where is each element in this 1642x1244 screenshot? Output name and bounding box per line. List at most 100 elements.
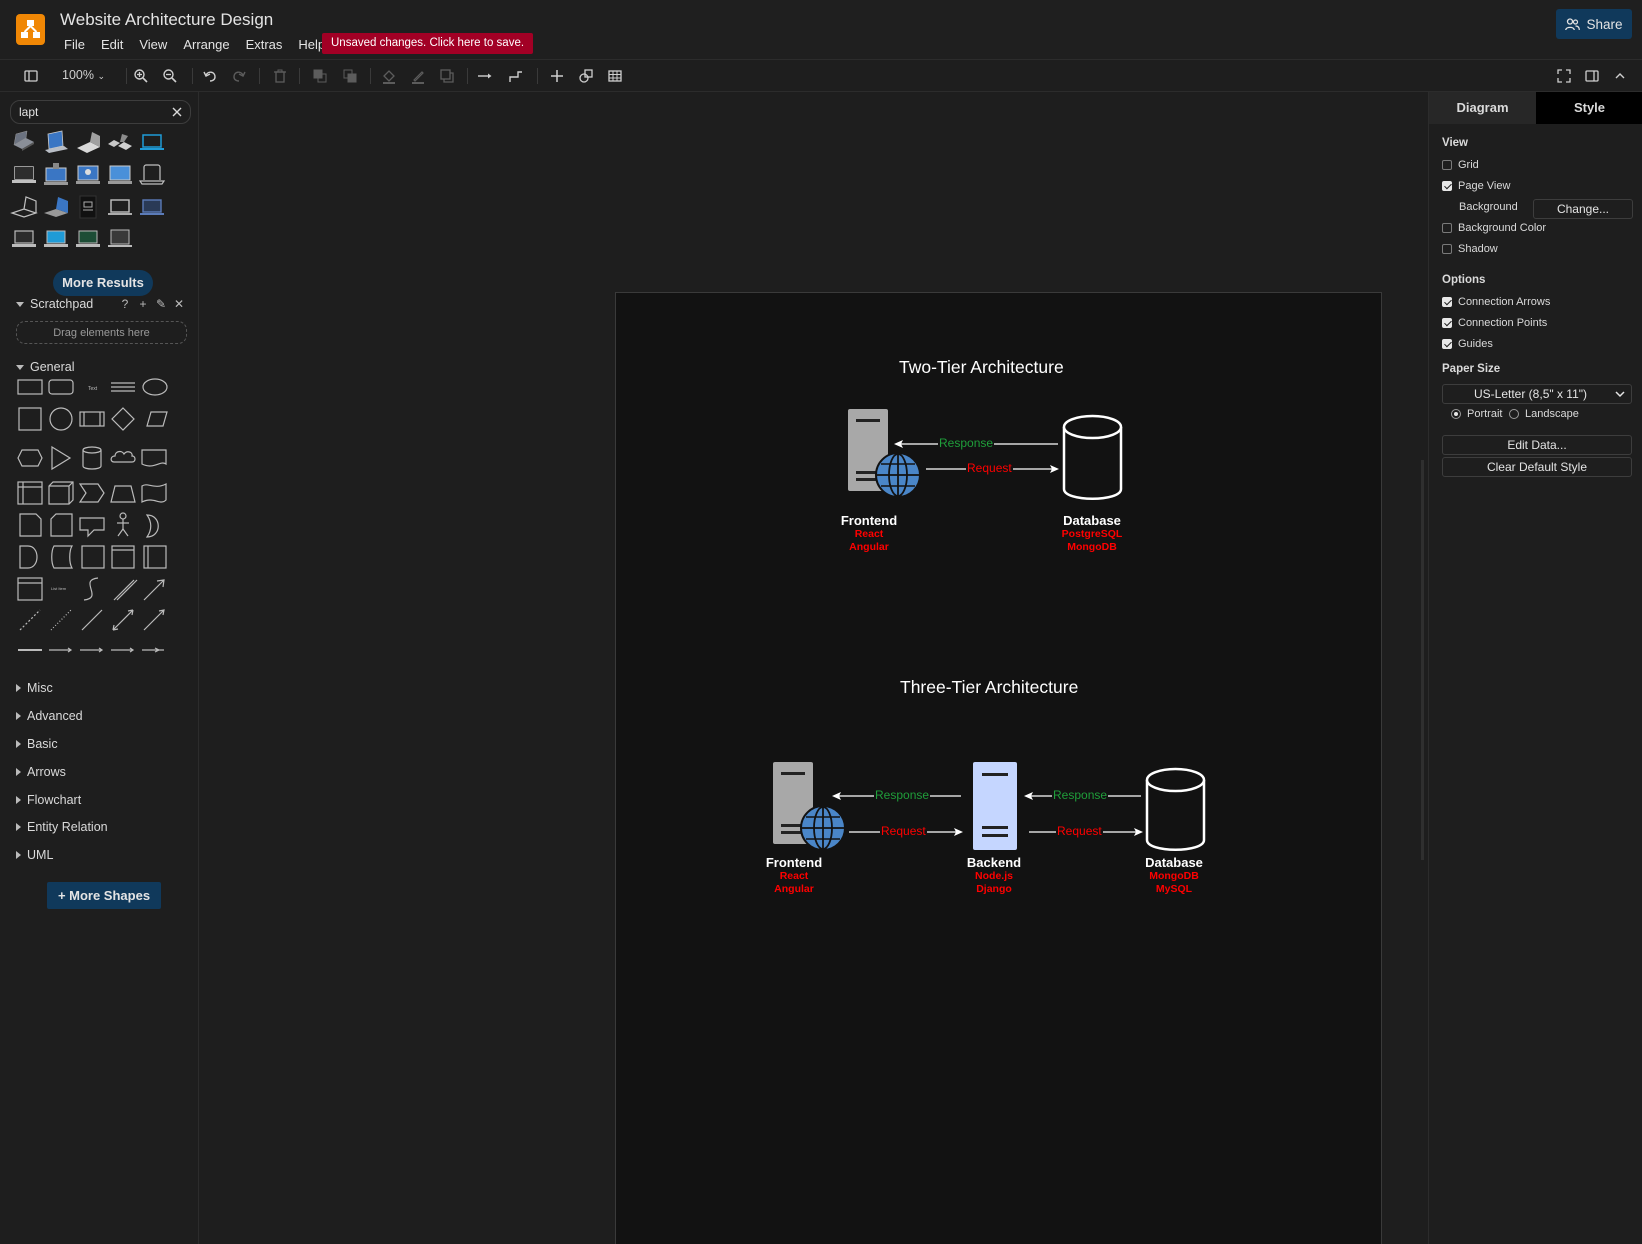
- frontend-label[interactable]: Frontend: [809, 513, 929, 528]
- database-tech-1[interactable]: MongoDB: [1114, 870, 1234, 883]
- connector3-shape[interactable]: [111, 647, 135, 653]
- cylinder-shape[interactable]: [82, 446, 102, 470]
- document-shape[interactable]: [141, 449, 167, 467]
- triangle-shape[interactable]: [51, 445, 72, 471]
- frontend-tech-1[interactable]: React: [734, 870, 854, 883]
- data-storage-shape[interactable]: [51, 545, 74, 569]
- dotted-line-shape[interactable]: [50, 609, 72, 631]
- tab-diagram[interactable]: Diagram: [1429, 92, 1536, 124]
- laptop-green-icon[interactable]: [74, 226, 102, 252]
- vertical-scrollbar[interactable]: [1421, 460, 1424, 860]
- shapes-icon[interactable]: [576, 66, 596, 86]
- laptop-group-icon[interactable]: [106, 130, 134, 156]
- rectangle-shape[interactable]: [17, 379, 43, 395]
- laptop-iso-blue-icon[interactable]: [42, 194, 70, 220]
- checkbox-checked[interactable]: [1442, 339, 1452, 349]
- laptop-azure-icon[interactable]: [42, 226, 70, 252]
- database-tech-1[interactable]: PostgreSQL: [1032, 528, 1152, 541]
- textbox-shape[interactable]: [111, 382, 135, 392]
- diagram-page[interactable]: Two-Tier Architecture Response Request F…: [615, 292, 1382, 1244]
- library-entity-relation[interactable]: Entity Relation: [16, 820, 108, 834]
- laptop-blue-icon[interactable]: [42, 130, 70, 156]
- laptop-slate-icon[interactable]: [138, 194, 166, 220]
- add-icon[interactable]: +: [138, 297, 148, 311]
- checkbox-checked[interactable]: [1442, 181, 1452, 191]
- dashed-line-shape[interactable]: [19, 609, 41, 631]
- zoom-level-dropdown[interactable]: 100% ⌄: [62, 68, 105, 82]
- callout-shape[interactable]: [79, 517, 105, 538]
- diagram-canvas[interactable]: Two-Tier Architecture Response Request F…: [200, 92, 1427, 1244]
- table-icon[interactable]: [605, 66, 625, 86]
- laptop-lock-icon[interactable]: [42, 162, 70, 188]
- laptop-flat-icon[interactable]: [10, 162, 38, 188]
- container-shape[interactable]: [17, 577, 43, 601]
- portrait-radio[interactable]: Portrait: [1451, 408, 1502, 420]
- library-uml[interactable]: UML: [16, 848, 53, 862]
- laptop-mono-icon[interactable]: [106, 194, 134, 220]
- card-shape[interactable]: [50, 513, 73, 537]
- delay-shape[interactable]: [19, 545, 38, 569]
- share-button[interactable]: Share: [1556, 9, 1632, 39]
- double-arrow-shape[interactable]: [113, 579, 138, 601]
- laptop-line-icon[interactable]: [138, 162, 166, 188]
- process-shape[interactable]: [79, 411, 105, 427]
- undo-icon[interactable]: [200, 66, 220, 86]
- laptop-user-icon[interactable]: [74, 162, 102, 188]
- collapse-chevron-up-icon[interactable]: [1610, 66, 1630, 86]
- unsaved-changes-button[interactable]: Unsaved changes. Click here to save.: [322, 33, 534, 54]
- zoom-out-icon[interactable]: [160, 66, 180, 86]
- bidirectional-arrow-shape[interactable]: [112, 609, 134, 631]
- library-arrows[interactable]: Arrows: [16, 765, 66, 779]
- rounded-rectangle-shape[interactable]: [48, 379, 74, 395]
- insert-plus-icon[interactable]: [547, 66, 567, 86]
- radio-selected[interactable]: [1451, 409, 1461, 419]
- hexagon-shape[interactable]: [17, 449, 43, 467]
- internal-storage-shape[interactable]: [17, 481, 43, 505]
- menu-arrange[interactable]: Arrange: [175, 36, 237, 54]
- directional-arrow-shape[interactable]: [143, 609, 165, 631]
- note-shape[interactable]: [19, 513, 42, 537]
- ellipse-shape[interactable]: [142, 378, 168, 396]
- curve-shape[interactable]: [83, 577, 99, 601]
- frontend-tech-2[interactable]: Angular: [734, 883, 854, 896]
- fill-color-icon[interactable]: [379, 66, 399, 86]
- actor-shape[interactable]: [117, 512, 129, 537]
- tape-shape[interactable]: [141, 483, 167, 503]
- landscape-radio[interactable]: Landscape: [1509, 408, 1579, 420]
- list-item-shape[interactable]: List Item: [51, 586, 67, 591]
- clear-default-style-button[interactable]: Clear Default Style: [1442, 457, 1632, 477]
- checkbox[interactable]: [1442, 223, 1452, 233]
- backend-tech-2[interactable]: Django: [934, 883, 1054, 896]
- drawio-logo-icon[interactable]: [16, 14, 45, 45]
- step-shape[interactable]: [78, 483, 105, 503]
- laptop-gray-icon[interactable]: [10, 226, 38, 252]
- shadow-checkbox[interactable]: Shadow: [1442, 243, 1498, 255]
- database-tech-2[interactable]: MySQL: [1114, 883, 1234, 896]
- cloud-shape[interactable]: [110, 450, 136, 463]
- paper-size-select[interactable]: US-Letter (8,5" x 11"): [1442, 384, 1632, 404]
- redo-icon[interactable]: [229, 66, 249, 86]
- library-flowchart[interactable]: Flowchart: [16, 793, 81, 807]
- edit-icon[interactable]: ✎: [156, 297, 166, 311]
- or-shape[interactable]: [145, 514, 159, 538]
- shadow-icon[interactable]: [437, 66, 457, 86]
- waypoints-icon[interactable]: [506, 66, 526, 86]
- checkbox[interactable]: [1442, 160, 1452, 170]
- diamond-shape[interactable]: [111, 407, 135, 431]
- frontend-tech-1[interactable]: React: [809, 528, 929, 541]
- close-icon[interactable]: [171, 106, 183, 118]
- text-shape[interactable]: Text: [88, 386, 98, 392]
- connector-shape[interactable]: [49, 647, 73, 653]
- more-shapes-button[interactable]: + More Shapes: [47, 882, 161, 909]
- page-view-checkbox[interactable]: Page View: [1442, 180, 1510, 192]
- three-tier-title[interactable]: Three-Tier Architecture: [900, 677, 1078, 698]
- database-tech-2[interactable]: MongoDB: [1032, 541, 1152, 554]
- general-header[interactable]: General: [16, 360, 74, 374]
- response-label[interactable]: Response: [938, 436, 995, 450]
- arrow-shape[interactable]: [143, 579, 165, 601]
- zoom-in-icon[interactable]: [131, 66, 151, 86]
- tab-style[interactable]: Style: [1536, 92, 1642, 124]
- connector4-shape[interactable]: [142, 647, 164, 653]
- request-label[interactable]: Request: [880, 824, 927, 838]
- database-label[interactable]: Database: [1032, 513, 1152, 528]
